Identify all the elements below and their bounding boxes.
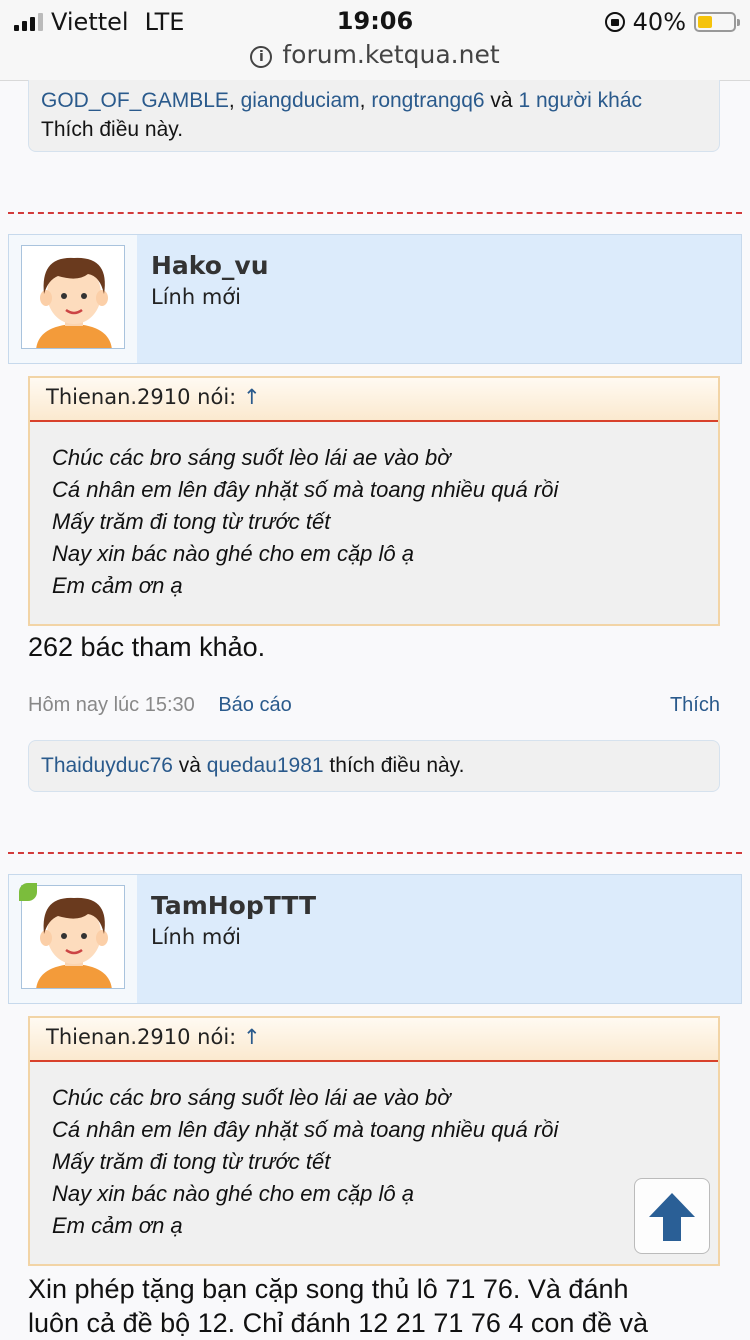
- like-user-link[interactable]: GOD_OF_GAMBLE: [41, 89, 229, 112]
- quote-header: Thienan.2910 nói: ↑: [30, 1018, 718, 1062]
- quote-author: Thienan.2910 nói:: [46, 385, 237, 409]
- others-link[interactable]: 1 người khác: [518, 89, 642, 112]
- like-user-link[interactable]: rongtrangq6: [371, 89, 484, 112]
- user-title: Lính mới: [151, 925, 241, 949]
- arrow-up-icon: [649, 1193, 695, 1241]
- boy-avatar-icon: [36, 897, 112, 988]
- battery-icon: [694, 12, 740, 32]
- avatar-frame: [9, 235, 137, 363]
- post-user-bar: Hako_vu Lính mới: [8, 234, 742, 364]
- quote-line: Chúc các bro sáng suốt lèo lái ae vào bờ: [52, 445, 451, 470]
- quote-block: Thienan.2910 nói: ↑ Chúc các bro sáng su…: [28, 1016, 720, 1266]
- quote-line: Cá nhân em lên đây nhặt số mà toang nhiề…: [52, 1117, 559, 1142]
- quote-jump-icon[interactable]: ↑: [243, 1025, 261, 1049]
- rotation-lock-icon: [604, 12, 625, 32]
- like-user-link[interactable]: giangduciam: [241, 89, 360, 112]
- separator: ,: [359, 89, 372, 112]
- avatar-frame: [9, 875, 137, 1003]
- user-title: Lính mới: [151, 285, 241, 309]
- status-right: 40%: [604, 8, 740, 36]
- prev-likes-summary: GOD_OF_GAMBLE, giangduciam, rongtrangq6 …: [28, 80, 720, 152]
- quote-line: Em cảm ơn ạ: [52, 1213, 183, 1238]
- address-bar[interactable]: i forum.ketqua.net: [0, 40, 750, 69]
- username-link[interactable]: Hako_vu: [151, 251, 269, 280]
- post-meta: Hôm nay lúc 15:30 Báo cáo Thích: [28, 694, 720, 717]
- separator: ,: [228, 89, 241, 112]
- battery-percent: 40%: [632, 8, 686, 36]
- avatar[interactable]: [21, 245, 125, 349]
- likes-suffix: thích điều này.: [323, 754, 465, 777]
- quote-header: Thienan.2910 nói: ↑: [30, 378, 718, 422]
- quote-line: Nay xin bác nào ghé cho em cặp lô ạ: [52, 1181, 415, 1206]
- message-line: Xin phép tặng bạn cặp song thủ lô 71 76.…: [28, 1274, 629, 1304]
- like-user-link[interactable]: quedau1981: [207, 754, 324, 777]
- conjunction: và: [172, 754, 207, 777]
- quote-line: Mấy trăm đi tong từ trước tết: [52, 509, 331, 534]
- post-user-bar: TamHopTTT Lính mới: [8, 874, 742, 1004]
- username-link[interactable]: TamHopTTT: [151, 891, 316, 920]
- post-message: Xin phép tặng bạn cặp song thủ lô 71 76.…: [28, 1272, 648, 1340]
- boy-avatar-icon: [36, 257, 112, 348]
- browser-status-bar: Viettel LTE 19:06 40% i forum.ketqua.net: [0, 0, 750, 81]
- quote-jump-icon[interactable]: ↑: [243, 385, 261, 409]
- likes-suffix: Thích điều này.: [41, 118, 184, 141]
- post-divider: [8, 852, 742, 854]
- info-icon[interactable]: i: [250, 46, 273, 68]
- quote-line: Chúc các bro sáng suốt lèo lái ae vào bờ: [52, 1085, 451, 1110]
- post-divider: [8, 212, 742, 214]
- post-likes-summary: Thaiduyduc76 và quedau1981 thích điều nà…: [28, 740, 720, 792]
- online-indicator-icon: [19, 883, 37, 901]
- conjunction: và: [484, 89, 519, 112]
- quote-line: Nay xin bác nào ghé cho em cặp lô ạ: [52, 541, 415, 566]
- like-user-link[interactable]: Thaiduyduc76: [41, 754, 173, 777]
- quote-line: Cá nhân em lên đây nhặt số mà toang nhiề…: [52, 477, 559, 502]
- url-text: forum.ketqua.net: [282, 40, 500, 69]
- quote-author: Thienan.2910 nói:: [46, 1025, 237, 1049]
- quote-body: Chúc các bro sáng suốt lèo lái ae vào bờ…: [30, 1062, 718, 1242]
- post-date[interactable]: Hôm nay lúc 15:30: [28, 694, 195, 716]
- avatar[interactable]: [21, 885, 125, 989]
- quote-body: Chúc các bro sáng suốt lèo lái ae vào bờ…: [30, 422, 718, 602]
- report-link[interactable]: Báo cáo: [218, 694, 291, 716]
- quote-line: Mấy trăm đi tong từ trước tết: [52, 1149, 331, 1174]
- message-line: luôn cả đề bộ 12. Chỉ đánh 12 21 71 76 4…: [28, 1308, 648, 1338]
- quote-block: Thienan.2910 nói: ↑ Chúc các bro sáng su…: [28, 376, 720, 626]
- post-message: 262 bác tham khảo.: [28, 632, 266, 662]
- like-link[interactable]: Thích: [670, 694, 720, 717]
- scroll-to-top-button[interactable]: [634, 1178, 710, 1254]
- quote-line: Em cảm ơn ạ: [52, 573, 183, 598]
